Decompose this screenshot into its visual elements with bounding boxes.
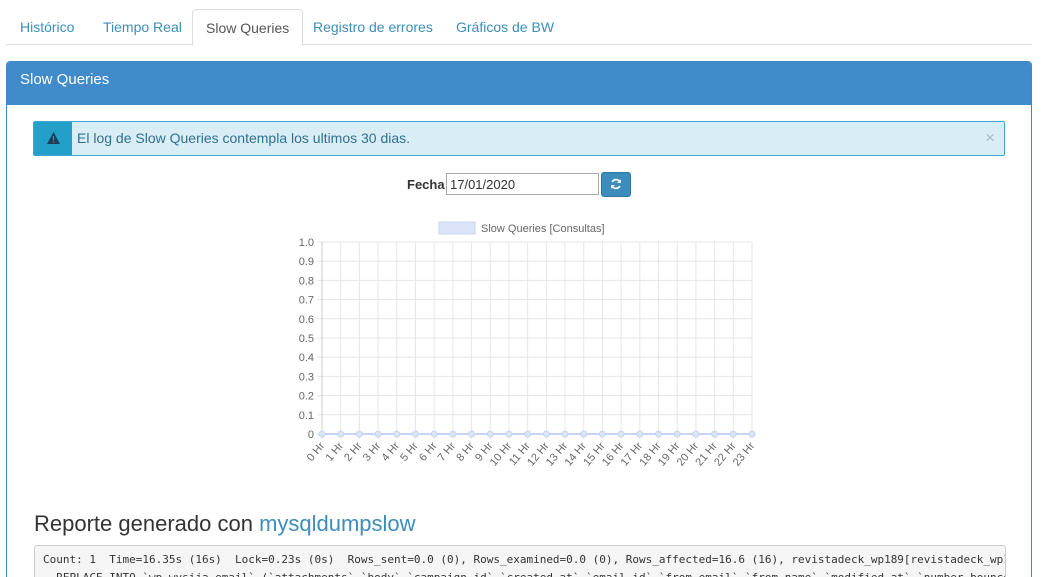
y-tick-label: 0.7	[299, 295, 314, 307]
data-point	[337, 430, 345, 438]
data-point	[636, 430, 644, 438]
tab-registro-de-errores[interactable]: Registro de errores	[313, 9, 433, 45]
tab-graficos-de-bw[interactable]: Gráficos de BW	[456, 9, 554, 45]
data-point	[711, 430, 719, 438]
data-point	[673, 430, 681, 438]
data-point	[692, 430, 700, 438]
y-tick-label: 0.9	[299, 256, 314, 268]
slow-queries-chart: Slow Queries [Consultas] 1.0 0.9 0.8 0.7 0.6 0…	[299, 221, 758, 469]
data-point	[486, 430, 494, 438]
log-line: Count: 1 Time=16.35s (16s) Lock=0.23s (0…	[43, 553, 1006, 566]
data-point	[561, 430, 569, 438]
x-tick-label: 6 Hr	[417, 440, 440, 464]
data-point	[598, 430, 606, 438]
data-point	[355, 430, 363, 438]
date-input[interactable]	[446, 173, 599, 195]
data-point	[411, 430, 419, 438]
tab-tiempo-real[interactable]: Tiempo Real	[103, 9, 182, 45]
x-tick-label: 8 Hr	[454, 440, 477, 464]
report-title-prefix: Reporte generado con	[34, 511, 260, 536]
data-point	[655, 430, 663, 438]
y-tick-label: 0.3	[299, 371, 314, 383]
data-point	[430, 430, 438, 438]
mysqldumpslow-link[interactable]: mysqldumpslow	[259, 511, 416, 536]
refresh-icon	[611, 178, 621, 190]
data-point	[449, 430, 457, 438]
x-tick-label: 7 Hr	[436, 440, 459, 464]
report-title: Reporte generado con mysqldumpslow	[34, 511, 416, 537]
date-label: Fecha	[407, 177, 445, 192]
data-point	[617, 430, 625, 438]
y-tick-label: 0.8	[299, 275, 314, 287]
tab-bar: Histórico Tiempo Real Slow Queries Regis…	[6, 0, 1032, 46]
refresh-button[interactable]	[601, 172, 631, 197]
data-point	[729, 430, 737, 438]
close-icon[interactable]: ×	[985, 122, 995, 154]
info-alert: El log de Slow Queries contempla los ult…	[33, 121, 1005, 156]
x-tick-label: 1 Hr	[323, 440, 346, 464]
slow-query-log: Count: 1 Time=16.35s (16s) Lock=0.23s (0…	[34, 545, 1006, 577]
tab-slow-queries[interactable]: Slow Queries	[192, 9, 304, 46]
x-tick-label: 5 Hr	[398, 440, 421, 464]
data-point	[318, 430, 326, 438]
y-tick-label: 0	[308, 429, 314, 441]
alert-icon-box	[34, 122, 72, 155]
data-point	[505, 430, 513, 438]
data-point	[393, 430, 401, 438]
slow-queries-panel: Slow Queries El log de Slow Queries cont…	[6, 61, 1032, 577]
y-tick-label: 0.5	[299, 333, 314, 345]
warning-icon	[47, 132, 60, 144]
data-point	[542, 430, 550, 438]
data-point	[524, 430, 532, 438]
x-tick-label: 2 Hr	[342, 440, 365, 464]
log-line: REPLACE INTO `wp_wysija_email` (`attachm…	[43, 569, 1005, 577]
legend-swatch	[438, 221, 476, 235]
data-point	[374, 430, 382, 438]
data-point	[748, 430, 756, 438]
y-tick-label: 0.2	[299, 391, 314, 403]
legend-label: Slow Queries [Consultas]	[481, 223, 605, 235]
y-tick-label: 1.0	[299, 237, 314, 249]
y-tick-label: 0.1	[299, 410, 314, 422]
x-tick-label: 23 Hr	[731, 440, 758, 469]
data-point	[468, 430, 476, 438]
tab-historico[interactable]: Histórico	[20, 9, 74, 45]
x-tick-label: 0 Hr	[305, 440, 328, 464]
y-tick-label: 0.4	[299, 352, 314, 364]
data-point	[580, 430, 588, 438]
x-tick-label: 3 Hr	[361, 440, 384, 464]
y-tick-label: 0.6	[299, 314, 314, 326]
panel-title: Slow Queries	[7, 62, 1031, 105]
alert-message: El log de Slow Queries contempla los ult…	[77, 130, 411, 146]
x-tick-label: 4 Hr	[380, 440, 403, 464]
